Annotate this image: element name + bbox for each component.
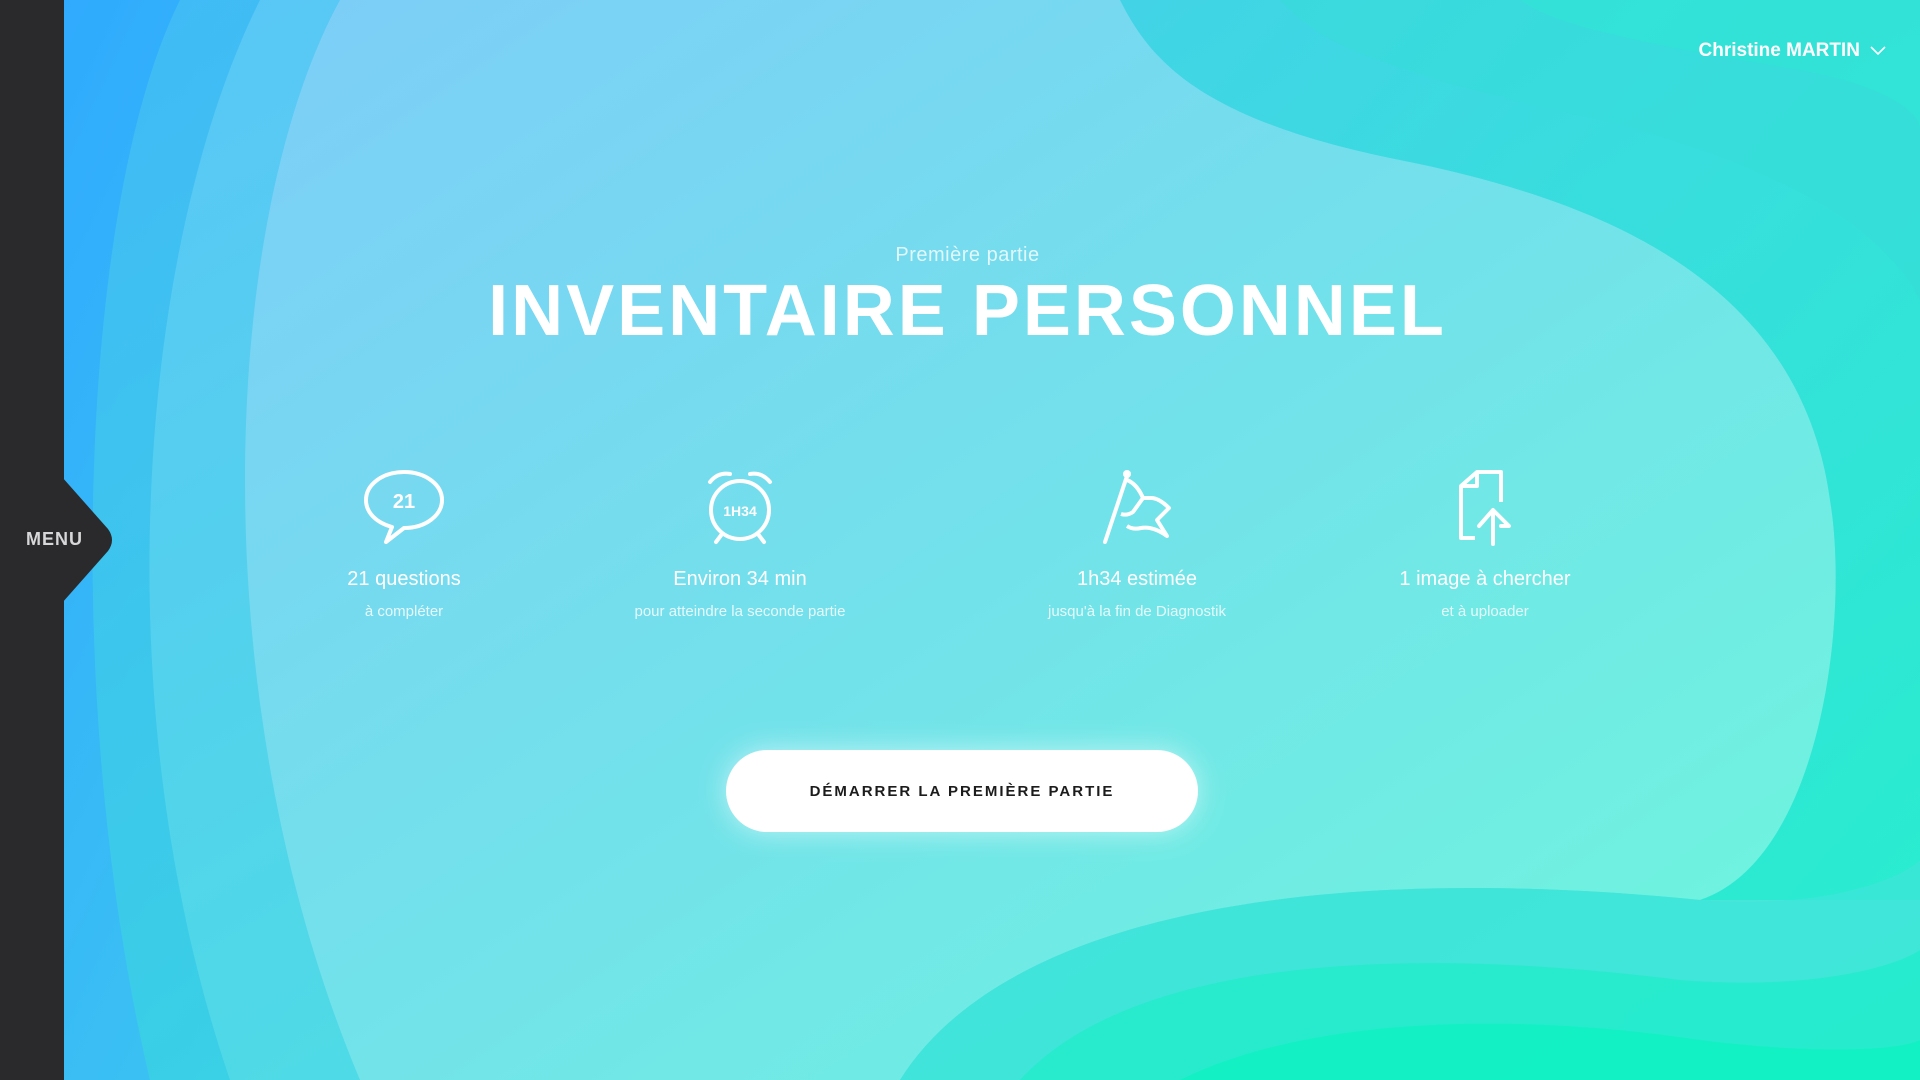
stat-sub: et à uploader	[1441, 603, 1529, 620]
flag-icon	[977, 468, 1297, 546]
stat-questions: 21 21 questions à compléter	[244, 468, 564, 620]
alarm-clock-icon: 1H34	[580, 468, 900, 546]
stat-main: 21 questions	[347, 568, 461, 590]
speech-bubble-icon: 21	[244, 468, 564, 546]
alarm-clock-time: 1H34	[723, 503, 757, 519]
stat-image-upload: 1 image à chercher et à uploader	[1325, 468, 1645, 620]
stat-sub: jusqu'à la fin de Diagnostik	[1048, 603, 1226, 620]
user-menu[interactable]: Christine MARTIN	[1699, 40, 1887, 62]
speech-bubble-count: 21	[393, 491, 415, 513]
stat-sub: pour atteindre la seconde partie	[634, 603, 846, 620]
start-first-part-button[interactable]: DÉMARRER LA PREMIÈRE PARTIE	[726, 750, 1198, 832]
menu-label: MENU	[26, 529, 83, 549]
stat-main: 1h34 estimée	[1076, 568, 1198, 590]
stat-duration: 1H34 Environ 34 min pour atteindre la se…	[580, 468, 900, 620]
page-subtitle: Première partie	[895, 244, 1040, 266]
menu-button[interactable]: MENU	[0, 477, 112, 603]
stat-sub: à compléter	[364, 603, 444, 620]
page: MENU Christine MARTIN Première partie IN…	[0, 0, 1920, 1080]
stat-main: Environ 34 min	[673, 568, 807, 590]
stat-estimate: 1h34 estimée jusqu'à la fin de Diagnosti…	[977, 468, 1297, 620]
stat-main: 1 image à chercher	[1399, 568, 1571, 590]
file-upload-icon	[1325, 468, 1645, 546]
page-title: INVENTAIRE PERSONNEL	[488, 271, 1447, 351]
chevron-down-icon	[1870, 46, 1886, 56]
user-name: Christine MARTIN	[1698, 40, 1861, 61]
